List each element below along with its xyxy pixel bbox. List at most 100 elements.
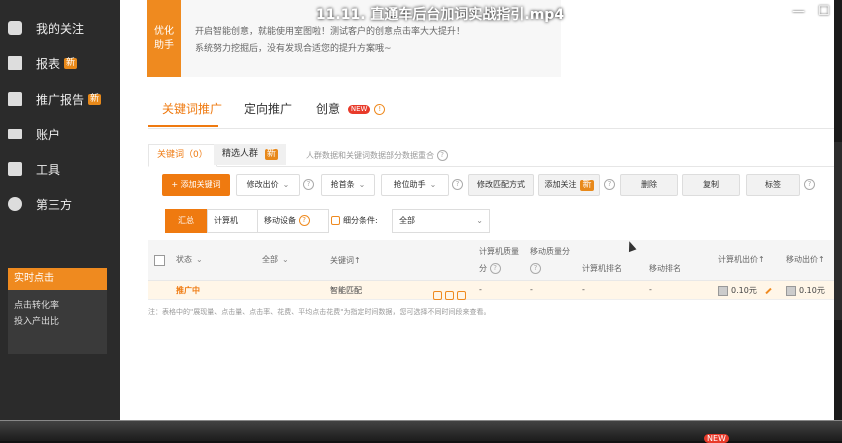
crowd-data-note-text: 人群数据和关键词数据部分数据重合 [306, 151, 434, 160]
help-icon[interactable]: ? [452, 179, 463, 190]
sidebar-item-account[interactable]: 账户 [8, 122, 60, 146]
position-helper-dropdown[interactable]: 抢位助手 ⌄ [381, 174, 449, 196]
realtime-metric[interactable]: 点击转化率 [8, 298, 107, 314]
tab-keywords[interactable]: 关键词（0） [148, 144, 217, 167]
summary-tab[interactable]: 汇总 [165, 209, 207, 233]
active-tab-indicator [148, 125, 218, 127]
row-mobile-rank: - [649, 285, 652, 294]
optimize-tag-line: 助手 [154, 39, 174, 51]
add-keyword-button[interactable]: + 添加关键词 [162, 174, 230, 196]
new-badge: 新 [580, 180, 594, 191]
keyword-header[interactable]: 关键词↑ [330, 255, 361, 266]
main-content: 优化 助手 开启智能创意，就能使用室图啦！测试客户的创意点击率大大提升！ 系统努… [120, 0, 834, 425]
add-follow-label: 添加关注 [544, 180, 577, 189]
segment-icon [331, 216, 340, 225]
delete-button[interactable]: 删除 [620, 174, 678, 196]
table-header: 状态 ⌄ 全部 ⌄ 关键词↑ 计算机质量 分 ? 移动质量分 ? 计算机排名 移动排… [148, 240, 834, 281]
add-follow-button[interactable]: 添加关注新 [538, 174, 600, 196]
minimize-button[interactable]: — [792, 4, 805, 19]
optimize-message: 系统努力挖掘后，没有发现合适您的提升方案哦~ [195, 44, 392, 54]
clock-icon[interactable] [433, 291, 442, 300]
sidebar-item-label: 第三方 [36, 197, 73, 212]
table-row[interactable]: 推广中 智能匹配 - - - - 0.10元 0.10元 [148, 281, 834, 300]
chevron-down-icon: ⌄ [282, 180, 290, 189]
computer-quality-header[interactable]: 计算机质量 [479, 246, 519, 257]
tab-creative-label: 创意 [316, 102, 341, 116]
sidebar: 我的关注 报表 新 推广报告 新 账户 工具 第三方 实时点击 点击转化率 投入… [0, 0, 120, 441]
all-filter-header[interactable]: 全部 ⌄ [262, 254, 289, 265]
progress-line[interactable] [0, 420, 842, 421]
segment-select[interactable]: 全部 ⌄ [392, 209, 490, 233]
table-footnote: 注：表格中的"展现量、点击量、点击率、花费、平均点击花费"为指定时间数据，您可选… [148, 308, 491, 316]
row-computer-bid[interactable]: 0.10元 [718, 285, 772, 296]
rank-bid-dropdown[interactable]: 抢首条 ⌄ [321, 174, 375, 196]
help-icon[interactable]: ? [530, 263, 541, 274]
coin-icon [718, 285, 728, 296]
toolbox-icon [8, 162, 22, 176]
chevron-down-icon: ⌄ [476, 216, 483, 225]
sub-tabs: 关键词（0） 精选人群 新 人群数据和关键词数据部分数据重合 ? [148, 144, 834, 167]
tab-targeted-promotion[interactable]: 定向推广 [244, 100, 292, 117]
pencil-icon[interactable] [765, 287, 772, 294]
sidebar-item-third-party[interactable]: 第三方 [8, 192, 72, 216]
segment-value: 全部 [399, 216, 415, 225]
coin-icon [786, 285, 796, 296]
help-icon[interactable]: ? [436, 150, 448, 161]
maximize-button[interactable]: ☐ [818, 4, 830, 19]
new-badge: 新 [264, 149, 278, 160]
right-edge [834, 0, 842, 441]
tab-keyword-promotion[interactable]: 关键词推广 [162, 100, 222, 117]
help-icon[interactable]: ? [604, 179, 615, 190]
bag-icon [8, 92, 22, 106]
row-mobile-quality: - [530, 285, 533, 294]
sidebar-item-label: 账户 [36, 127, 61, 142]
modify-bid-label: 修改出价 [246, 180, 279, 189]
modify-match-button[interactable]: 修改匹配方式 [468, 174, 534, 196]
chart-icon[interactable] [445, 291, 454, 300]
realtime-metric[interactable]: 投入产出比 [8, 314, 107, 330]
row-keyword[interactable]: 智能匹配 [330, 285, 362, 296]
tab-selected-crowd-label: 精选人群 [222, 149, 259, 159]
rank-bid-label: 抢首条 [330, 180, 355, 189]
computer-quality-header-line2: 分 ? [479, 263, 501, 274]
edit-icon[interactable] [457, 291, 466, 300]
help-icon[interactable]: ? [303, 179, 314, 190]
new-badge: 新 [88, 93, 102, 105]
computer-tab[interactable]: 计算机 [207, 209, 259, 233]
help-icon[interactable]: ? [804, 179, 815, 190]
device-filter-bar: 汇总 计算机 移动设备 ? 细分条件: 全部 ⌄ [165, 209, 565, 233]
segment-label: 细分条件: [343, 216, 378, 225]
mobile-bid-header[interactable]: 移动出价↑ [786, 254, 825, 265]
tab-selected-crowd[interactable]: 精选人群 新 [214, 144, 286, 165]
modify-bid-dropdown[interactable]: 修改出价 ⌄ [236, 174, 300, 196]
promotion-tabs: 关键词推广 定向推广 创意 NEW ! [148, 92, 834, 129]
computer-bid-header[interactable]: 计算机出价↑ [718, 254, 765, 265]
mobile-device-tab[interactable]: 移动设备 ? [257, 209, 329, 233]
copy-button[interactable]: 复制 [682, 174, 740, 196]
scrollbar-thumb[interactable] [834, 142, 842, 320]
optimize-message: 开启智能创意，就能使用室图啦！测试客户的创意点击率大大提升！ [195, 27, 466, 37]
help-icon[interactable]: ? [489, 263, 501, 274]
sidebar-item-label: 推广报告 [36, 92, 85, 107]
status-header[interactable]: 状态 ⌄ [176, 254, 203, 265]
mobile-quality-header[interactable]: 移动质量分 [530, 246, 570, 257]
sidebar-item-label: 报表 [36, 56, 61, 71]
status-header-label: 状态 [176, 255, 192, 264]
row-status: 推广中 [176, 286, 200, 295]
tab-creative[interactable]: 创意 NEW ! [316, 100, 386, 117]
select-all-checkbox[interactable] [154, 255, 165, 266]
sidebar-item-promo-report[interactable]: 推广报告 新 [8, 87, 102, 111]
report-icon [8, 56, 22, 70]
optimize-tag-line: 优化 [154, 25, 174, 37]
row-mobile-bid[interactable]: 0.10元 [786, 285, 825, 296]
new-badge: NEW [704, 434, 729, 443]
position-helper-label: 抢位助手 [393, 180, 426, 189]
chevron-down-icon: ⌄ [358, 180, 366, 189]
sidebar-item-label: 工具 [36, 162, 61, 177]
crowd-data-note: 人群数据和关键词数据部分数据重合 ? [306, 150, 448, 161]
sidebar-item-tools[interactable]: 工具 [8, 157, 60, 181]
tag-button[interactable]: 标签 [746, 174, 800, 196]
mobile-rank-header: 移动排名 [649, 264, 681, 273]
row-computer-rank: - [582, 285, 585, 294]
sidebar-item-reports[interactable]: 报表 新 [8, 51, 78, 75]
